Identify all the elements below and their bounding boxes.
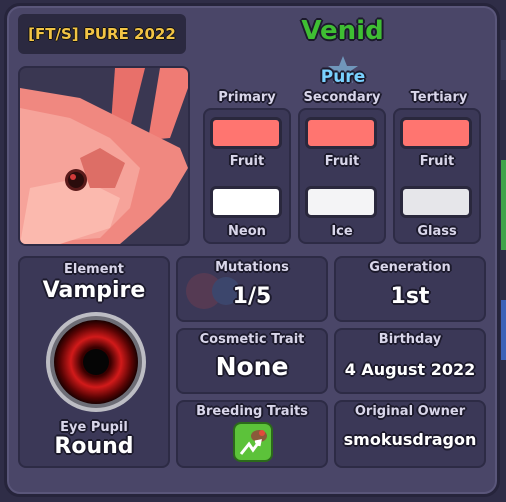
pet-portrait: [18, 66, 190, 246]
original-owner-value: smokusdragon: [343, 430, 477, 449]
pet-tag: [FT/S] PURE 2022: [18, 14, 186, 54]
original-owner-label: Original Owner: [354, 404, 466, 419]
tertiary-bottom-label: Glass: [417, 224, 457, 239]
generation-label: Generation: [369, 260, 451, 275]
breeding-traits-label: Breeding Traits: [196, 404, 308, 419]
side-accent-low: [501, 300, 506, 360]
secondary-bottom-swatch: [305, 186, 377, 218]
secondary-header: Secondary: [303, 90, 381, 105]
side-accent-mid: [501, 160, 506, 250]
tertiary-header: Tertiary: [410, 90, 468, 105]
primary-bottom-swatch: [210, 186, 282, 218]
secondary-bottom-label: Ice: [331, 224, 353, 239]
cosmetic-trait-value: None: [215, 352, 289, 381]
primary-header: Primary: [218, 90, 276, 105]
eye-pupil-value: Round: [54, 434, 134, 459]
breeding-trait-item[interactable]: [233, 422, 273, 462]
primary-top-swatch: [210, 117, 282, 149]
tertiary-top-label: Fruit: [419, 154, 455, 169]
birthday-value: 4 August 2022: [344, 360, 476, 379]
dragon-head-image: [20, 68, 188, 244]
cosmetic-trait-label: Cosmetic Trait: [199, 332, 305, 347]
secondary-top-label: Fruit: [324, 154, 360, 169]
pure-badge: Pure: [316, 55, 370, 89]
mutations-label: Mutations: [215, 260, 289, 275]
pure-label: Pure: [320, 67, 366, 87]
primary-bottom-label: Neon: [228, 224, 266, 239]
tertiary-bottom-swatch: [400, 186, 472, 218]
generation-value: 1st: [390, 284, 430, 309]
primary-top-label: Fruit: [229, 154, 265, 169]
mutations-value: 1/5: [232, 284, 272, 309]
pet-name: Venid: [301, 16, 384, 46]
element-label: Element: [64, 262, 124, 277]
element-value: Vampire: [42, 278, 146, 303]
vampire-eye-icon: [46, 312, 146, 412]
birthday-label: Birthday: [378, 332, 442, 347]
tertiary-top-swatch: [400, 117, 472, 149]
pet-tag-text: [FT/S] PURE 2022: [28, 25, 176, 43]
secondary-top-swatch: [305, 117, 377, 149]
eye-pupil-label: Eye Pupil: [60, 420, 128, 435]
side-accent-top: [501, 40, 506, 80]
frog-growth-icon: [233, 422, 273, 462]
